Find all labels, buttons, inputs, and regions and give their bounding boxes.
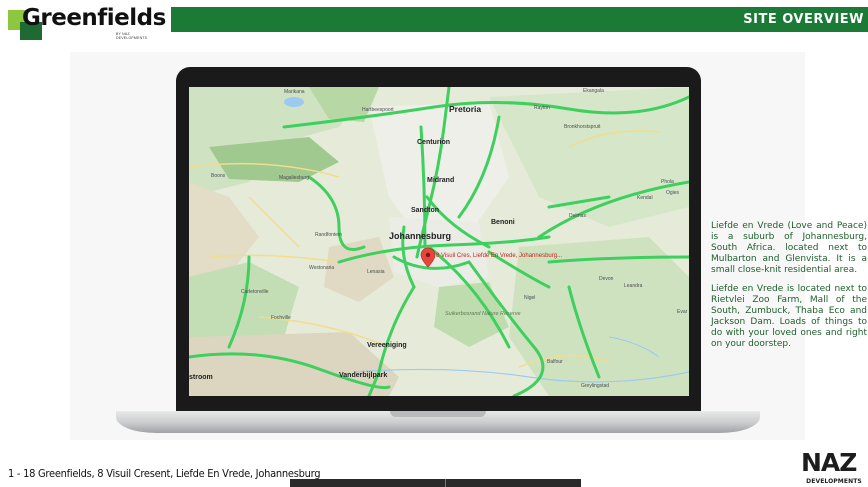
site-address: 1 - 18 Greenfields, 8 Visuil Cresent, Li… (8, 467, 321, 480)
map-town: Delmas (569, 213, 586, 219)
logo-subtext: BY NAZ DEVELOPMENTS (116, 32, 148, 40)
map-town: Carletonville (241, 289, 269, 295)
map-canvas: Pretoria Centurion Midrand Sandton Benon… (189, 87, 689, 396)
map-town: Bronkhorstspruit (564, 124, 601, 130)
map-town: Leandra (624, 283, 643, 289)
naz-developments-logo: NAZ DEVELOPMENTS (801, 450, 865, 486)
naz-subtext: DEVELOPMENTS (806, 478, 862, 485)
map-town: Phola (661, 179, 674, 185)
map-town: Westonaria (309, 265, 334, 271)
map-reserve-label: Suikerbosrand Nature Reserve (445, 311, 521, 317)
map-town: Marikana (284, 89, 305, 95)
map-town: Rayton (534, 105, 550, 111)
bottom-strip (290, 479, 581, 487)
site-description: Liefde en Vrede (Love and Peace) is a su… (711, 221, 867, 350)
map-city: Midrand (427, 177, 454, 184)
map-city: Pretoria (449, 104, 481, 114)
map-town: Evar (677, 309, 688, 315)
pin-label: 8 Visuil Cres, Liefde En Vrede, Johannes… (436, 253, 562, 259)
map-town: stroom (189, 374, 213, 381)
map-town: Magaliesburg (279, 175, 309, 181)
map-town: Randfontein (315, 232, 342, 238)
map-city: Sandton (411, 207, 439, 214)
map-town: Boons (211, 173, 226, 179)
map-town: Devon (599, 276, 614, 282)
map-town: Fochville (271, 315, 291, 321)
map-city: Benoni (491, 219, 515, 226)
description-paragraph: Liefde en Vrede is located next to Rietv… (711, 284, 867, 349)
laptop-notch (390, 411, 486, 417)
map-screen[interactable]: Pretoria Centurion Midrand Sandton Benon… (189, 87, 689, 396)
map-city: Centurion (417, 139, 450, 146)
map-town: Greylingstad (581, 383, 609, 389)
map-town: Hartbeespoort (362, 107, 394, 113)
map-city: Vanderbijlpark (339, 372, 387, 379)
logo-wordmark: Greenfields (22, 5, 166, 31)
map-town: Nigel (524, 295, 535, 301)
map-town: Ekangala (583, 88, 604, 94)
naz-wordmark: NAZ (801, 448, 857, 477)
map-town: Ogies (666, 190, 680, 196)
map-town: Kendal (637, 195, 653, 201)
bottom-strip-divider (445, 479, 446, 487)
map-town: Lenasia (367, 269, 385, 275)
page-title-bar: SITE OVERVIEW (171, 7, 868, 32)
map-city: Vereeniging (367, 342, 407, 349)
page-title: SITE OVERVIEW (743, 12, 864, 27)
greenfields-logo: Greenfields BY NAZ DEVELOPMENTS (8, 5, 166, 42)
map-city: Johannesburg (389, 231, 451, 241)
map-town: Balfour (547, 359, 563, 365)
description-paragraph: Liefde en Vrede (Love and Peace) is a su… (711, 221, 867, 275)
